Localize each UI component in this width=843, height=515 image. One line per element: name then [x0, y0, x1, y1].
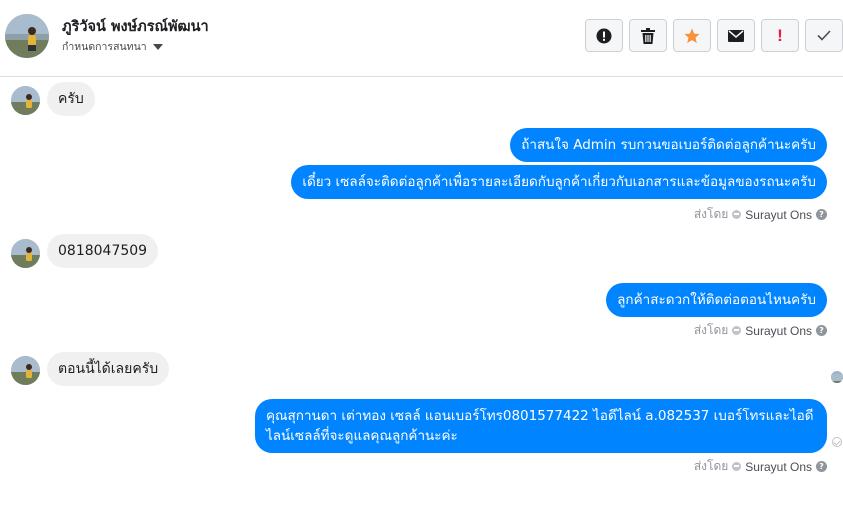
contact-avatar[interactable] [5, 14, 49, 58]
sent-by-prefix: ส่งโดย [693, 207, 729, 221]
mail-button[interactable] [717, 19, 755, 52]
outgoing-message: ถ้าสนใจ Admin รบกวนขอเบอร์ติดต่อลูกค้านะ… [510, 128, 827, 162]
conversation-menu[interactable]: กำหนดการสนทนา [62, 38, 163, 55]
contact-name: ภูริวัจน์ พงษ์ภรณ์พัฒนา [62, 19, 209, 35]
sent-by-label: ส่งโดย Surayut Ons ? [694, 205, 827, 224]
sender-name[interactable]: Surayut Ons [745, 324, 812, 338]
sent-by-label: ส่งโดย Surayut Ons ? [694, 457, 827, 476]
conversation-header: ภูริวัจน์ พงษ์ภรณ์พัฒนา กำหนดการสนทนา ! [0, 0, 843, 77]
delete-button[interactable] [629, 19, 667, 52]
sent-by-prefix: ส่งโดย [693, 323, 729, 337]
help-icon[interactable]: ? [816, 461, 827, 472]
mark-done-button[interactable] [805, 19, 843, 52]
sender-name[interactable]: Surayut Ons [745, 460, 812, 474]
info-button[interactable] [585, 19, 623, 52]
seen-avatar [831, 371, 843, 383]
avatar[interactable] [11, 356, 40, 385]
trash-icon [641, 27, 655, 44]
important-icon: ! [777, 26, 783, 45]
outgoing-message: ลูกค้าสะดวกให้ติดต่อตอนไหนครับ [606, 283, 827, 317]
star-button[interactable] [673, 19, 711, 52]
sender-name[interactable]: Surayut Ons [745, 208, 812, 222]
incoming-message: ครับ [47, 82, 95, 116]
info-icon [596, 28, 612, 43]
avatar[interactable] [11, 86, 40, 115]
sent-by-label: ส่งโดย Surayut Ons ? [694, 321, 827, 340]
outgoing-message: เดี๋ยว เซลล์จะติดต่อลูกค้าเพื่อรายละเอีย… [291, 165, 827, 199]
delivered-check-icon [832, 437, 842, 447]
page-badge-icon [732, 462, 742, 471]
incoming-message: ตอนนี้ได้เลยครับ [47, 352, 170, 386]
conversation-menu-label: กำหนดการสนทนา [62, 41, 147, 53]
mail-icon [728, 29, 744, 42]
caret-down-icon [152, 43, 163, 50]
important-button[interactable]: ! [761, 19, 799, 52]
help-icon[interactable]: ? [816, 325, 827, 336]
incoming-message: 0818047509 [47, 234, 159, 268]
sent-by-prefix: ส่งโดย [693, 459, 729, 473]
toolbar: ! [585, 19, 843, 52]
star-icon [684, 28, 700, 43]
page-badge-icon [732, 210, 742, 219]
page-badge-icon [732, 326, 742, 335]
avatar[interactable] [11, 239, 40, 268]
help-icon[interactable]: ? [816, 209, 827, 220]
outgoing-message: คุณสุกานดา เต่าทอง เซลล์ แอนเบอร์โทร0801… [255, 399, 827, 453]
check-icon [817, 30, 831, 41]
